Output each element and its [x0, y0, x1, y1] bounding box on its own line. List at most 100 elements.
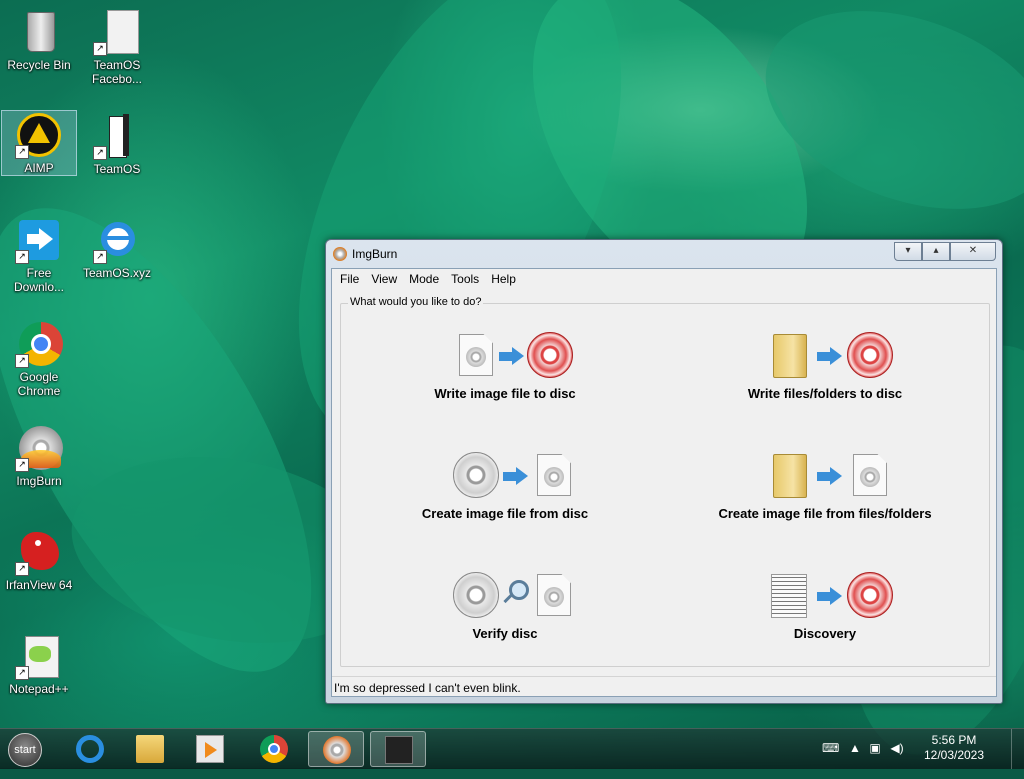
clock-time: 5:56 PM	[931, 733, 977, 747]
arrow-right-icon	[817, 347, 843, 365]
imgburn-icon	[333, 247, 347, 261]
status-bar: I'm so depressed I can't even blink.	[332, 676, 996, 696]
action-label: Write image file to disc	[434, 386, 576, 401]
irfanview-icon: ↗	[15, 528, 63, 576]
window-client-area: File View Mode Tools Help What would you…	[331, 268, 997, 697]
internet-explorer-icon	[76, 735, 104, 763]
desktop-icon-notepadpp[interactable]: ↗ Notepad++	[2, 632, 76, 696]
action-label: Verify disc	[472, 626, 538, 641]
maximize-button[interactable]: ▴	[922, 242, 950, 261]
desktop-icon-label: ImgBurn	[16, 474, 62, 488]
close-button[interactable]: ✕	[950, 242, 996, 261]
desktop-icon-label: IrfanView 64	[5, 578, 73, 592]
desktop-icon-google-chrome[interactable]: ↗ Google Chrome	[2, 320, 76, 398]
file-explorer-icon	[136, 735, 164, 763]
menu-bar: File View Mode Tools Help	[332, 269, 996, 289]
desktop-icon-label: AIMP	[24, 161, 54, 175]
download-manager-icon: ↗	[15, 216, 63, 264]
desktop-icon-free-download[interactable]: ↗ Free Downlo...	[2, 216, 76, 294]
recycle-bin-icon	[15, 8, 63, 56]
write-image-to-disc-button[interactable]: Write image file to disc	[355, 330, 655, 401]
menu-view[interactable]: View	[365, 269, 403, 289]
image-file-icon	[853, 454, 887, 496]
recordable-disc-icon	[847, 332, 893, 378]
image-file-icon	[459, 334, 493, 376]
image-file-icon	[537, 454, 571, 496]
create-image-from-disc-button[interactable]: Create image file from disc	[355, 450, 655, 521]
keyboard-icon[interactable]: ⌨	[822, 742, 839, 754]
chrome-icon	[260, 735, 288, 763]
media-player-icon	[196, 735, 224, 763]
discovery-button[interactable]: Discovery	[675, 570, 975, 641]
action-group: What would you like to do? Write image f…	[340, 296, 990, 667]
shortcut-arrow-icon: ↗	[15, 666, 29, 680]
volume-icon[interactable]: ◀)	[890, 742, 904, 754]
folder-icon	[773, 454, 807, 498]
clock-date: 12/03/2023	[923, 748, 985, 762]
group-label: What would you like to do?	[348, 296, 484, 308]
menu-file[interactable]: File	[334, 269, 365, 289]
desktop-icon-imgburn[interactable]: ↗ ImgBurn	[2, 424, 76, 488]
magnifier-icon	[509, 580, 529, 600]
taskbar-imgburn[interactable]	[308, 731, 364, 767]
menu-mode[interactable]: Mode	[403, 269, 445, 289]
write-files-to-disc-button[interactable]: Write files/folders to disc	[675, 330, 975, 401]
imgburn-icon	[323, 736, 351, 764]
action-label: Create image file from disc	[421, 506, 589, 521]
menu-tools[interactable]: Tools	[445, 269, 485, 289]
taskbar-chrome[interactable]	[246, 731, 302, 767]
folder-icon	[773, 334, 807, 378]
folder-doc-icon: ↗	[93, 112, 141, 160]
taskbar-media-player[interactable]	[182, 731, 238, 767]
shortcut-arrow-icon: ↗	[15, 250, 29, 264]
document-shortcut-icon: ↗	[93, 8, 141, 56]
start-button[interactable]: start	[8, 733, 42, 767]
verify-disc-button[interactable]: Verify disc	[355, 570, 655, 641]
recordable-disc-icon	[527, 332, 573, 378]
image-file-icon	[537, 574, 571, 616]
arrow-right-icon	[817, 467, 843, 485]
arrow-right-icon	[503, 467, 529, 485]
aimp-icon: ↗	[15, 111, 63, 159]
shortcut-arrow-icon: ↗	[15, 458, 29, 472]
system-tray: ⌨ ▲ ▣ ◀) 5:56 PM 12/03/2023	[814, 729, 1024, 769]
minimize-button[interactable]: ▾	[894, 242, 922, 261]
shortcut-arrow-icon: ↗	[93, 42, 107, 56]
desktop-icon-recycle-bin[interactable]: Recycle Bin	[2, 8, 76, 72]
notepadpp-icon: ↗	[15, 632, 63, 680]
desktop-icon-teamos-facebook[interactable]: ↗ TeamOS Facebo...	[80, 8, 154, 86]
desktop-icon-label: TeamOS	[93, 162, 141, 176]
recordable-disc-icon	[847, 572, 893, 618]
desktop-icon-label: Google Chrome	[17, 370, 61, 398]
desktop-icon-aimp[interactable]: ↗ AIMP	[1, 110, 77, 176]
desktop-icon-teamos-xyz[interactable]: ↗ TeamOS.xyz	[80, 216, 154, 280]
imgburn-icon: ↗	[15, 424, 63, 472]
taskbar-file-explorer[interactable]	[122, 731, 178, 767]
shortcut-arrow-icon: ↗	[93, 250, 107, 264]
menu-help[interactable]: Help	[485, 269, 522, 289]
desktop-icon-label: Notepad++	[9, 682, 69, 696]
show-hidden-icons-icon[interactable]: ▲	[848, 742, 862, 754]
shortcut-arrow-icon: ↗	[15, 562, 29, 576]
create-image-from-files-button[interactable]: Create image file from files/folders	[675, 450, 975, 521]
taskbar-internet-explorer[interactable]	[62, 731, 118, 767]
shortcut-arrow-icon: ↗	[15, 354, 29, 368]
desktop-icon-irfanview[interactable]: ↗ IrfanView 64	[2, 528, 76, 592]
window-title: ImgBurn	[352, 247, 398, 261]
show-desktop-button[interactable]	[1011, 729, 1024, 769]
title-bar[interactable]: ImgBurn ▾ ▴ ✕	[326, 240, 1002, 268]
disc-icon	[453, 452, 499, 498]
taskbar-terminal[interactable]	[370, 731, 426, 767]
shortcut-arrow-icon: ↗	[15, 145, 29, 159]
clock[interactable]: 5:56 PM 12/03/2023	[914, 733, 994, 763]
action-label: Discovery	[793, 626, 857, 641]
desktop-icon-label: TeamOS.xyz	[82, 266, 151, 280]
shortcut-arrow-icon: ↗	[93, 146, 107, 160]
desktop-icon-label: Free Downlo...	[13, 266, 65, 294]
arrow-right-icon	[499, 347, 525, 365]
desktop-icon-teamos[interactable]: ↗ TeamOS	[80, 112, 154, 176]
network-icon[interactable]: ▣	[868, 742, 882, 754]
terminal-icon	[385, 736, 413, 764]
disc-icon	[453, 572, 499, 618]
desktop-icon-label: TeamOS Facebo...	[91, 58, 143, 86]
